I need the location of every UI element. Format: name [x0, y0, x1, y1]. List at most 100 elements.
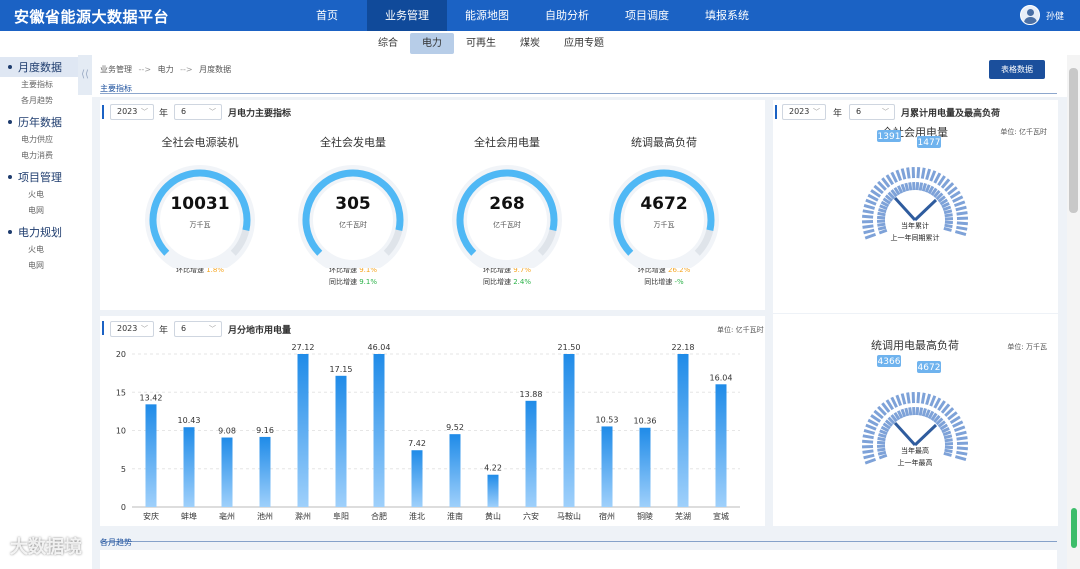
- nav-self-analysis[interactable]: 自助分析: [527, 0, 607, 31]
- sidebar-item-plan-grid[interactable]: 电网: [0, 258, 78, 274]
- sub-tabs: 综合 电力 可再生 煤炭 应用专题: [366, 33, 616, 54]
- inner-ring-tick: [943, 226, 952, 232]
- value-tag-text: 1477: [918, 138, 941, 148]
- sidebar-item-main-indicators[interactable]: 主要指标: [0, 77, 78, 93]
- bullet-icon: [8, 65, 12, 69]
- bullet-icon: [8, 120, 12, 124]
- city-year-select[interactable]: 2023 ﹀: [110, 321, 154, 337]
- x-tick-label: 安庆: [143, 511, 159, 521]
- x-tick-label: 马鞍山: [557, 511, 581, 521]
- bar[interactable]: [259, 436, 271, 507]
- chevron-down-icon: ﹀: [141, 325, 148, 333]
- nav-home[interactable]: 首页: [287, 0, 367, 31]
- inner-ring-tick: [915, 181, 920, 191]
- nav-business[interactable]: 业务管理: [367, 0, 447, 31]
- bar[interactable]: [335, 375, 347, 507]
- bar[interactable]: [677, 354, 689, 507]
- bar[interactable]: [183, 427, 195, 507]
- inner-ring-tick: [921, 183, 927, 192]
- tab-topics[interactable]: 应用专题: [552, 33, 616, 54]
- inner-ring-tick: [944, 213, 953, 218]
- outer-ring-tick: [862, 439, 874, 444]
- tab-overview[interactable]: 综合: [366, 33, 410, 54]
- inner-ring-tick: [904, 182, 910, 192]
- month-select[interactable]: 6 ﹀: [174, 104, 222, 120]
- nav-project-dispatch[interactable]: 项目调度: [607, 0, 687, 31]
- outer-ring-tick: [920, 392, 926, 404]
- tab-coal[interactable]: 煤炭: [508, 33, 552, 54]
- sidebar-group-projects[interactable]: 项目管理: [0, 167, 78, 187]
- bar[interactable]: [487, 474, 499, 507]
- sidebar-item-thermal[interactable]: 火电: [0, 187, 78, 203]
- sidebar-item-monthly-trend[interactable]: 各月趋势: [0, 93, 78, 109]
- gauge-needle: [913, 423, 938, 447]
- sidebar-collapse-icon[interactable]: ⟨⟨: [78, 55, 92, 95]
- data-label: 10.53: [596, 415, 619, 424]
- outer-ring-tick: [862, 224, 874, 229]
- kpi-card: 全社会电源装机 10031 万千瓦 环比增速 1.8%: [125, 134, 275, 276]
- inner-ring-tick: [876, 440, 886, 445]
- gauge-title: 统调用电最高负荷: [871, 338, 959, 352]
- gauge-ring: [298, 165, 408, 275]
- sidebar-item-grid[interactable]: 电网: [0, 203, 78, 219]
- bar[interactable]: [563, 354, 575, 507]
- cum-year-select[interactable]: 2023 ﹀: [782, 104, 826, 120]
- city-consumption-bar-chart: 0 5 10 15 20 13.42 安庆 10.43 蚌埠 9.08 亳州 9.16 池州 27.12 滁…: [116, 344, 740, 521]
- nav-energy-map[interactable]: 能源地图: [447, 0, 527, 31]
- outer-ring-tick: [890, 171, 898, 183]
- inner-ring-tick: [942, 430, 952, 437]
- year-select[interactable]: 2023 ﹀: [110, 104, 154, 120]
- outer-ring-tick: [956, 446, 968, 451]
- bar[interactable]: [449, 434, 461, 507]
- scrollbar-thumb[interactable]: [1069, 68, 1078, 213]
- outer-ring-tick: [890, 396, 898, 408]
- cum-month-select[interactable]: 6 ﹀: [849, 104, 895, 120]
- bar[interactable]: [601, 426, 613, 507]
- data-label: 9.08: [218, 427, 236, 436]
- sidebar-group-planning[interactable]: 电力规划: [0, 222, 78, 242]
- tab-renewable[interactable]: 可再生: [454, 33, 508, 54]
- bar[interactable]: [525, 400, 537, 507]
- bar[interactable]: [373, 354, 385, 507]
- sidebar-item-plan-thermal[interactable]: 火电: [0, 242, 78, 258]
- main-nav: 首页 业务管理 能源地图 自助分析 项目调度 填报系统: [287, 0, 767, 31]
- bar[interactable]: [221, 437, 233, 507]
- chevron-down-icon: ﹀: [209, 108, 216, 116]
- city-month-select[interactable]: 6 ﹀: [174, 321, 222, 337]
- data-label: 17.15: [330, 365, 353, 374]
- x-tick-label: 蚌埠: [181, 511, 197, 521]
- bar[interactable]: [297, 354, 309, 507]
- x-tick-label: 芜湖: [675, 511, 691, 521]
- bar[interactable]: [145, 404, 157, 507]
- scroll-indicator: [1071, 508, 1077, 548]
- tb-rate: 同比增速 2.4%: [482, 278, 532, 286]
- watermark-logo: 大数据境: [10, 537, 82, 558]
- sidebar-group-monthly[interactable]: 月度数据: [0, 57, 78, 77]
- sidebar-item-power-supply[interactable]: 电力供应: [0, 132, 78, 148]
- value-tag-text: 1391: [878, 132, 901, 142]
- data-label: 9.52: [446, 423, 464, 432]
- tab-power[interactable]: 电力: [410, 33, 454, 54]
- y-tick-label: 10: [116, 427, 126, 436]
- outer-ring-tick: [863, 228, 875, 235]
- outer-ring-tick: [920, 167, 926, 179]
- bar[interactable]: [639, 427, 651, 507]
- sidebar-item-power-consumption[interactable]: 电力消费: [0, 148, 78, 164]
- outer-ring-tick: [916, 392, 921, 404]
- inner-ring-tick: [943, 451, 952, 457]
- data-label: 7.42: [408, 439, 426, 448]
- nav-report-system[interactable]: 填报系统: [687, 0, 767, 31]
- table-data-button[interactable]: 表格数据: [989, 60, 1045, 79]
- bar[interactable]: [411, 450, 423, 507]
- outer-ring-tick: [933, 172, 942, 184]
- bar[interactable]: [715, 384, 727, 507]
- sidebar-group-history[interactable]: 历年数据: [0, 112, 78, 132]
- avatar[interactable]: [1019, 5, 1040, 25]
- inner-ring-tick: [943, 209, 953, 215]
- inner-ring-tick: [876, 215, 886, 220]
- kpi-title: 全社会电源装机: [161, 136, 239, 149]
- inner-ring-tick: [908, 182, 913, 191]
- user-menu[interactable]: 孙健: [1019, 5, 1064, 25]
- outer-ring-tick: [865, 198, 877, 206]
- gauge-needle: [893, 421, 917, 447]
